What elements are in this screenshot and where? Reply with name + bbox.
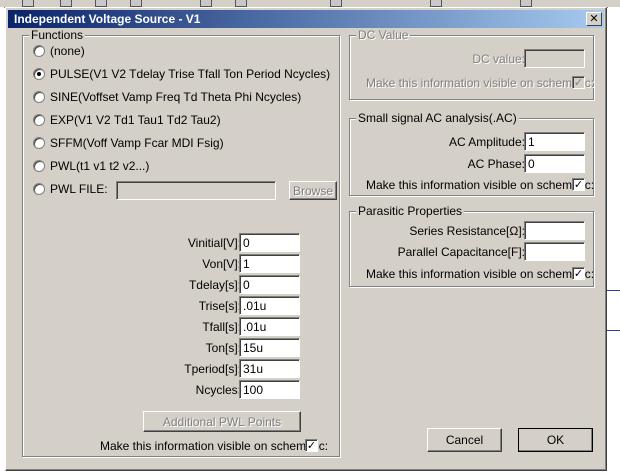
ac-phase-input[interactable]: 0 [524,154,585,173]
trise-input[interactable]: .01u [239,296,300,315]
parasitic-visible-checkbox[interactable]: ✓ [572,267,585,280]
radio-button[interactable] [33,137,45,149]
ac-amplitude-label: AC Amplitude: [448,135,525,149]
radio-button[interactable] [33,160,45,172]
radio-label: EXP(V1 V2 Td1 Tau1 Td2 Tau2) [50,113,221,127]
radio-none[interactable]: (none) [33,43,85,59]
title-bar[interactable]: Independent Voltage Source - V1 ✕ [8,10,604,28]
radio-pulse[interactable]: PULSE(V1 V2 Tdelay Trise Tfall Ton Perio… [33,66,330,82]
radio-label: SFFM(Voff Vamp Fcar MDI Fsig) [50,136,224,150]
cancel-button[interactable]: Cancel [427,428,502,452]
radio-label: SINE(Voffset Vamp Freq Td Theta Phi Ncyc… [50,90,302,104]
browse-button[interactable]: Browse [289,181,337,200]
toolbar-icon[interactable] [95,0,107,7]
toolbar-icon[interactable] [200,0,212,7]
radio-exp[interactable]: EXP(V1 V2 Td1 Tau1 Td2 Tau2) [33,112,221,128]
ok-button[interactable]: OK [518,428,593,452]
visible-on-schematic-label: Make this information visible on schemat… [366,267,595,281]
visible-on-schematic-label: Make this information visible on schemat… [366,178,595,192]
param-label: Tperiod[s]: [184,362,241,376]
radio-label: PWL FILE: [50,182,108,196]
check-icon: ✓ [573,267,584,280]
radio-label: PULSE(V1 V2 Tdelay Trise Tfall Ton Perio… [50,67,331,81]
param-label: Von[V]: [202,257,241,271]
ncycles-input[interactable]: 100 [239,380,300,399]
ton-input[interactable]: 15u [239,338,300,357]
parasitic-group-label: Parasitic Properties [356,204,465,218]
parallel-capacitance-label: Parallel Capacitance[F]: [397,245,525,259]
functions-visible-checkbox[interactable]: ✓ [305,439,318,452]
radio-button[interactable] [33,45,45,57]
parasitic-properties-group: Parasitic Properties Series Resistance[Ω… [349,204,595,287]
radio-sffm[interactable]: SFFM(Voff Vamp Fcar MDI Fsig) [33,135,224,151]
radio-label: PWL(t1 v1 t2 v2...) [50,159,150,173]
tperiod-input[interactable]: 31u [239,359,300,378]
additional-pwl-points-button[interactable]: Additional PWL Points [143,411,301,432]
tdelay-input[interactable]: 0 [239,275,300,294]
toolbar-icon[interactable] [235,0,247,7]
pwl-file-input[interactable] [116,181,276,200]
visible-on-schematic-label: Make this information visible on schemat… [100,439,329,453]
voltage-source-dialog: Independent Voltage Source - V1 ✕ Functi… [5,7,607,471]
toolbar-icon[interactable] [130,0,142,7]
dialog-title: Independent Voltage Source - V1 [14,12,201,26]
background-schematic-left [0,7,4,475]
radio-button[interactable] [33,91,45,103]
check-icon: ✓ [306,439,317,452]
close-icon: ✕ [589,12,599,25]
toolbar-icon[interactable] [22,0,34,7]
dc-value-input[interactable] [524,49,585,68]
radio-button[interactable] [33,114,45,126]
radio-button[interactable] [33,68,45,80]
radio-pwl[interactable]: PWL(t1 v1 t2 v2...) [33,158,149,174]
toolbar-icon[interactable] [430,0,442,7]
close-button[interactable]: ✕ [586,12,602,26]
param-label: Vinitial[V]: [187,236,241,250]
param-label: Tdelay[s]: [188,278,241,292]
functions-group-label: Functions [29,28,86,42]
param-label: Ncycles: [195,383,241,397]
param-label: Tfall[s]: [202,320,241,334]
vinitial-input[interactable]: 0 [239,233,300,252]
param-label: Trise[s]: [198,299,241,313]
check-icon: ✓ [573,178,584,191]
dc-value-label: DC value: [472,52,525,66]
functions-group: Functions (none) PULSE(V1 V2 Tdelay Tris… [22,28,340,457]
visible-on-schematic-label: Make this information visible on schemat… [366,76,595,90]
series-resistance-label: Series Resistance[Ω]: [409,224,525,238]
ac-phase-label: AC Phase: [467,157,525,171]
series-resistance-input[interactable] [524,221,585,240]
von-input[interactable]: 1 [239,254,300,273]
dc-visible-checkbox[interactable]: ✓ [572,76,585,89]
check-icon: ✓ [573,76,584,89]
toolbar-icon[interactable] [520,0,532,7]
param-label: Ton[s]: [205,341,241,355]
dc-value-group: DC Value DC value: Make this information… [349,28,595,100]
parallel-capacitance-input[interactable] [524,242,585,261]
toolbar-icon[interactable] [60,0,72,7]
ac-visible-checkbox[interactable]: ✓ [572,178,585,191]
ac-analysis-group: Small signal AC analysis(.AC) AC Amplitu… [349,111,595,196]
dc-value-group-label: DC Value [356,28,411,42]
tfall-input[interactable]: .01u [239,317,300,336]
ac-amplitude-input[interactable]: 1 [524,132,585,151]
radio-sine[interactable]: SINE(Voffset Vamp Freq Td Theta Phi Ncyc… [33,89,301,105]
radio-button[interactable] [33,183,45,195]
radio-pwl-file[interactable]: PWL FILE: [33,181,108,197]
toolbar-icon[interactable] [330,0,342,7]
background-schematic-right [608,7,620,475]
radio-label: (none) [50,44,85,58]
ac-analysis-group-label: Small signal AC analysis(.AC) [356,111,519,125]
